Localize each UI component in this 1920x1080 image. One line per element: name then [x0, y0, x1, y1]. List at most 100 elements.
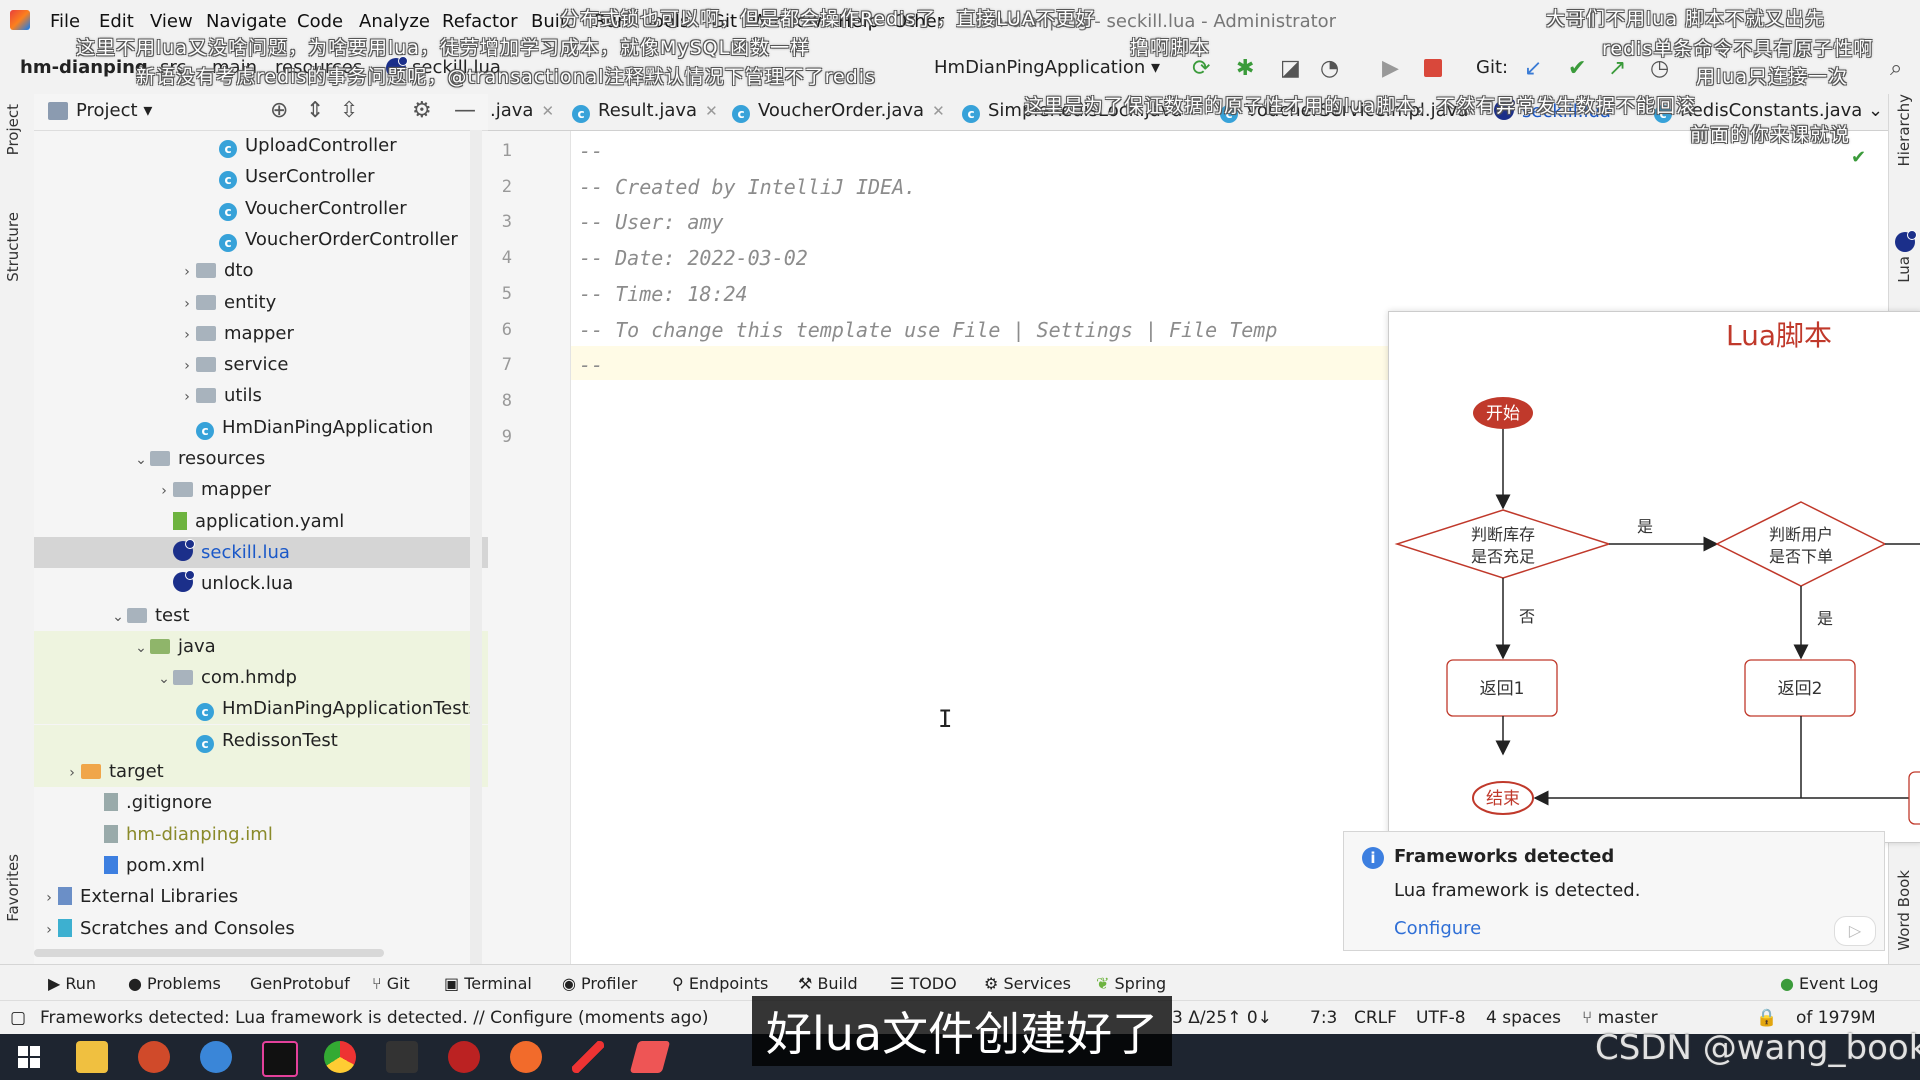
chevron-down-icon[interactable]: ⌄: [132, 445, 150, 476]
tree-item[interactable]: ⌄ resources: [34, 443, 488, 474]
status-position[interactable]: 7:3: [1310, 1008, 1337, 1028]
tree-item[interactable]: c HmDianPingApplication: [34, 412, 488, 443]
close-icon[interactable]: ✕: [932, 102, 945, 120]
tree-item[interactable]: c VoucherOrderController: [34, 224, 488, 255]
close-icon[interactable]: ✕: [541, 102, 554, 120]
edge-icon[interactable]: [200, 1041, 232, 1073]
tree-item[interactable]: c RedissonTest: [34, 724, 488, 756]
tree-item[interactable]: › mapper: [34, 474, 488, 505]
chevron-down-icon[interactable]: ⌄: [155, 664, 173, 695]
tree-item[interactable]: › utils: [34, 380, 488, 411]
git-update-icon[interactable]: ↙: [1524, 56, 1548, 81]
search-icon[interactable]: ⌕: [1890, 56, 1914, 81]
gear-icon[interactable]: ⚙: [412, 98, 432, 123]
terminal-app-icon[interactable]: [386, 1041, 418, 1073]
tab-word-book[interactable]: Word Book: [1895, 870, 1913, 951]
tree-item[interactable]: c VoucherController: [34, 193, 488, 224]
tab-project[interactable]: Project: [4, 104, 22, 155]
chrome-icon[interactable]: [324, 1041, 356, 1073]
chevron-right-icon[interactable]: ›: [40, 883, 58, 914]
chevron-down-icon[interactable]: ⌄: [109, 602, 127, 633]
tool-build[interactable]: ⚒ Build: [798, 974, 858, 993]
tree-item[interactable]: application.yaml: [34, 506, 488, 537]
tool-problems[interactable]: ● Problems: [128, 974, 221, 993]
run-config-select[interactable]: HmDianPingApplication ▾: [934, 57, 1160, 78]
tool-terminal[interactable]: ▣ Terminal: [444, 974, 532, 993]
tree-item[interactable]: › External Libraries: [34, 881, 488, 912]
tree-item[interactable]: ⌄ test: [34, 600, 488, 631]
tab-voucherorder-java[interactable]: c VoucherOrder.java ✕: [732, 100, 945, 123]
pen-icon[interactable]: [572, 1041, 604, 1073]
play-icon[interactable]: ▷: [1834, 916, 1876, 946]
lock-icon[interactable]: 🔒: [1756, 1008, 1777, 1028]
tree-scrollbar[interactable]: [470, 130, 482, 964]
chevron-right-icon[interactable]: ›: [63, 758, 81, 789]
chevron-right-icon[interactable]: ›: [178, 320, 196, 351]
expand-all-icon[interactable]: ⇕: [306, 98, 324, 123]
configure-link[interactable]: Configure: [1394, 918, 1481, 939]
tab-favorites[interactable]: Favorites: [4, 854, 22, 922]
tab-hierarchy[interactable]: Hierarchy: [1895, 94, 1913, 167]
tree-item[interactable]: seckill.lua: [34, 536, 488, 568]
locate-icon[interactable]: ⊕: [270, 98, 288, 123]
menu-navigate[interactable]: Navigate: [206, 11, 287, 32]
tree-item[interactable]: hm-dianping.iml: [34, 819, 488, 850]
git-commit-icon[interactable]: ✔: [1568, 56, 1592, 81]
tree-item[interactable]: › dto: [34, 255, 488, 286]
status-changes[interactable]: 3 Δ/25↑ 0↓: [1172, 1008, 1272, 1028]
tree-item[interactable]: › entity: [34, 287, 488, 318]
tree-item[interactable]: c UserController: [34, 161, 488, 192]
run-icon[interactable]: ▶: [1382, 56, 1406, 81]
status-encoding[interactable]: UTF-8: [1416, 1008, 1466, 1028]
collapse-all-icon[interactable]: ⇳: [340, 98, 358, 123]
file-explorer-icon[interactable]: [76, 1041, 108, 1073]
tree-item[interactable]: ⌄ java: [34, 630, 488, 664]
menu-code[interactable]: Code: [297, 11, 343, 32]
status-branch[interactable]: ⑂ master: [1582, 1008, 1658, 1028]
chevron-down-icon[interactable]: ⌄: [132, 633, 150, 664]
tab-result-java[interactable]: c Result.java ✕: [572, 100, 718, 123]
status-message[interactable]: Frameworks detected: Lua framework is de…: [40, 1008, 709, 1028]
menu-edit[interactable]: Edit: [99, 11, 134, 32]
eraser-icon[interactable]: [629, 1041, 671, 1073]
tool-profiler[interactable]: ◉ Profiler: [562, 974, 637, 993]
tool-run[interactable]: ▶ Run: [48, 974, 96, 993]
tree-item[interactable]: c UploadController: [34, 130, 488, 161]
chevron-down-icon[interactable]: ⌄: [1868, 100, 1883, 121]
chevron-right-icon[interactable]: ›: [178, 351, 196, 382]
powerpoint-icon[interactable]: [138, 1041, 170, 1073]
breadcrumb-project[interactable]: hm-dianping: [20, 57, 148, 78]
postman-icon[interactable]: [510, 1041, 542, 1073]
tree-horizontal-scrollbar[interactable]: [34, 949, 384, 957]
hide-panel-icon[interactable]: —: [454, 98, 476, 123]
stop-icon[interactable]: [1424, 59, 1442, 77]
debug-icon[interactable]: ✱: [1236, 56, 1260, 81]
tool-todo[interactable]: ☰ TODO: [890, 974, 957, 993]
coverage-icon[interactable]: ◪: [1280, 56, 1304, 81]
menu-file[interactable]: File: [50, 11, 80, 32]
tool-git[interactable]: ⑂ Git: [372, 974, 410, 993]
tool-services[interactable]: ⚙ Services: [984, 974, 1071, 993]
tool-event-log[interactable]: ● Event Log: [1780, 974, 1879, 993]
tool-endpoints[interactable]: ⚲ Endpoints: [672, 974, 768, 993]
intellij-taskbar-icon[interactable]: [262, 1041, 298, 1077]
tree-item[interactable]: ⌄ com.hmdp: [34, 662, 488, 695]
tool-genprotobuf[interactable]: GenProtobuf: [250, 974, 350, 993]
tree-item[interactable]: unlock.lua: [34, 568, 488, 599]
menu-view[interactable]: View: [150, 11, 193, 32]
status-indent[interactable]: 4 spaces: [1486, 1008, 1561, 1028]
status-toggle-icon[interactable]: ▢: [10, 1008, 26, 1028]
tree-item[interactable]: › Scratches and Consoles: [34, 913, 488, 944]
status-line-separator[interactable]: CRLF: [1354, 1008, 1397, 1028]
menu-refactor[interactable]: Refactor: [442, 11, 518, 32]
chevron-right-icon[interactable]: ›: [178, 382, 196, 413]
profile-icon[interactable]: ◔: [1320, 56, 1344, 81]
redis-app-icon[interactable]: [448, 1041, 480, 1073]
tree-item[interactable]: c HmDianPingApplicationTests: [34, 693, 488, 725]
project-view-select[interactable]: Project ▾: [76, 100, 152, 121]
tree-item[interactable]: › service: [34, 349, 488, 380]
chevron-right-icon[interactable]: ›: [178, 257, 196, 288]
tab-java[interactable]: .java ✕: [490, 100, 554, 121]
tree-item[interactable]: › target: [34, 756, 488, 787]
inspection-ok-icon[interactable]: ✔: [1851, 147, 1866, 168]
